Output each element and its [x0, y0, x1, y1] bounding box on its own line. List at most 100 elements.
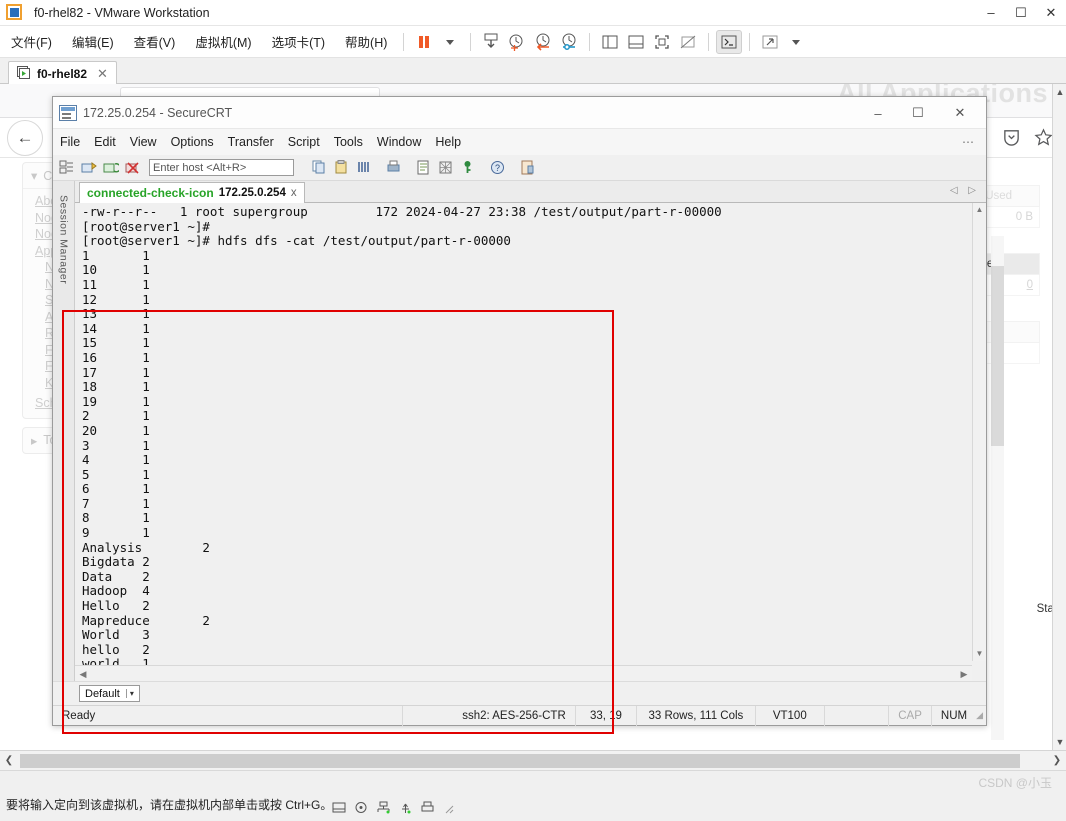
guest-scroll-down-icon[interactable]: ▼: [1053, 734, 1066, 750]
guest-scroll-up-icon[interactable]: ▲: [1053, 84, 1066, 100]
crt-menu-tools[interactable]: Tools: [327, 133, 370, 151]
crt-menu-window[interactable]: Window: [370, 133, 428, 151]
crt-menu-options[interactable]: Options: [164, 133, 221, 151]
help-icon[interactable]: ?: [488, 158, 507, 177]
menu-vm[interactable]: 虚拟机(M): [186, 29, 260, 54]
network-adapter-icon[interactable]: [376, 801, 391, 814]
securecrt-maximize-button[interactable]: ☐: [898, 97, 938, 129]
vm-tab-close-icon[interactable]: ✕: [97, 66, 108, 82]
snapshot-settings-icon[interactable]: [556, 30, 582, 54]
host-input[interactable]: Enter host <Alt+R>: [149, 159, 294, 176]
back-arrow-icon[interactable]: ←: [7, 120, 43, 156]
crt-menu-help[interactable]: Help: [428, 133, 468, 151]
securecrt-icon: [59, 104, 77, 121]
securecrt-minimize-button[interactable]: –: [858, 97, 898, 129]
status-cursor-position: 33, 19: [576, 705, 638, 726]
maximize-button[interactable]: ☐: [1006, 0, 1036, 26]
page-vertical-scrollbar[interactable]: [991, 236, 1004, 740]
unity-icon[interactable]: [675, 30, 701, 54]
hard-disk-icon[interactable]: [332, 801, 347, 814]
terminal-scroll-down-icon[interactable]: ▼: [973, 647, 986, 661]
status-ready: Ready: [53, 705, 404, 726]
split-view-icon[interactable]: [597, 30, 623, 54]
snapshot-manager-icon[interactable]: [504, 30, 530, 54]
crt-menu-view[interactable]: View: [123, 133, 164, 151]
print-icon[interactable]: [384, 158, 403, 177]
cd-drive-icon[interactable]: [354, 801, 369, 814]
console-icon[interactable]: [716, 29, 743, 54]
chevron-down-icon[interactable]: ▾: [125, 689, 137, 698]
close-button[interactable]: ✕: [1036, 0, 1066, 26]
pause-icon[interactable]: [411, 30, 437, 54]
session-manager-icon[interactable]: [57, 158, 76, 177]
session-tab[interactable]: connected-check-icon 172.25.0.254 x: [79, 182, 305, 203]
expand-caret-icon[interactable]: [783, 30, 809, 54]
session-profile-select[interactable]: Default ▾: [79, 685, 140, 702]
caret-right-icon[interactable]: ▸: [31, 433, 37, 448]
toolbar-divider-2: [470, 32, 472, 51]
status-cap: CAP: [889, 705, 932, 726]
resize-grip-icon[interactable]: ◢: [976, 710, 983, 721]
session-options-icon[interactable]: [518, 158, 537, 177]
revert-snapshot-icon[interactable]: [530, 30, 556, 54]
toolbar-divider-3: [589, 32, 591, 51]
snapshot-take-icon[interactable]: [478, 30, 504, 54]
crt-menu-overflow-icon[interactable]: ⋯: [962, 135, 976, 149]
log-session-icon[interactable]: [414, 158, 433, 177]
toolbar-divider-5: [749, 32, 751, 51]
menu-view[interactable]: 查看(V): [125, 29, 185, 54]
find-icon[interactable]: [354, 158, 373, 177]
terminal-scroll-left-icon[interactable]: ◀: [76, 667, 90, 681]
securecrt-close-button[interactable]: ✕: [940, 97, 980, 129]
clear-screen-icon[interactable]: [436, 158, 455, 177]
minimize-button[interactable]: –: [976, 0, 1006, 26]
disconnect-icon[interactable]: [123, 158, 142, 177]
printer-icon[interactable]: [420, 801, 435, 814]
crt-menu-script[interactable]: Script: [281, 133, 327, 151]
terminal-horizontal-scrollbar[interactable]: ◀ ▶: [75, 665, 972, 681]
vmware-statusbar: 要将输入定向到该虚拟机，请在虚拟机内部单击或按 Ctrl+G。 CSDN @小玉: [0, 770, 1066, 821]
copy-icon[interactable]: [310, 158, 329, 177]
menu-tabs[interactable]: 选项卡(T): [263, 29, 334, 54]
guest-vertical-scrollbar[interactable]: ▲ ▼: [1052, 84, 1066, 750]
shield-icon[interactable]: [998, 124, 1024, 150]
vmware-tabstrip: f0-rhel82 ✕: [0, 58, 1066, 85]
connect-icon[interactable]: [79, 158, 98, 177]
terminal-scroll-up-icon[interactable]: ▲: [973, 203, 986, 217]
terminal-scroll-right-icon[interactable]: ▶: [957, 667, 971, 681]
fullscreen-icon[interactable]: [649, 30, 675, 54]
menu-file[interactable]: 文件(F): [2, 29, 61, 54]
page-vscroll-thumb[interactable]: [991, 266, 1004, 446]
bottom-panel-icon[interactable]: [623, 30, 649, 54]
key-icon[interactable]: [458, 158, 477, 177]
vm-tab-f0-rhel82[interactable]: f0-rhel82 ✕: [8, 61, 117, 85]
resize-grip-corner-icon[interactable]: [442, 801, 457, 814]
session-tab-label: 172.25.0.254: [218, 187, 286, 199]
menu-edit[interactable]: 编辑(E): [63, 29, 123, 54]
guest-scroll-left-icon[interactable]: ❮: [0, 751, 18, 770]
vmware-icon: [6, 3, 24, 22]
crt-menu-edit[interactable]: Edit: [87, 133, 123, 151]
guest-hscroll-thumb[interactable]: [20, 754, 1020, 768]
status-spacer: [825, 705, 890, 726]
paste-icon[interactable]: [332, 158, 351, 177]
crt-menu-transfer[interactable]: Transfer: [221, 133, 281, 151]
terminal-output[interactable]: -rw-r--r-- 1 root supergroup 172 2024-04…: [75, 203, 972, 681]
securecrt-titlebar: 172.25.0.254 - SecureCRT – ☐ ✕: [53, 97, 986, 129]
crt-menu-file[interactable]: File: [53, 133, 87, 151]
session-manager-panel[interactable]: Session Manager: [53, 181, 75, 681]
guest-scroll-right-icon[interactable]: ❯: [1048, 751, 1066, 770]
tab-nav-arrows[interactable]: ◁ ▷: [950, 185, 980, 196]
dropdown-caret-icon[interactable]: [437, 30, 463, 54]
menu-help[interactable]: 帮助(H): [336, 29, 396, 54]
expand-icon[interactable]: [757, 30, 783, 54]
usb-icon[interactable]: [398, 801, 413, 814]
caret-down-icon[interactable]: ▾: [31, 168, 37, 183]
vmware-titlebar: f0-rhel82 - VMware Workstation – ☐ ✕: [0, 0, 1066, 26]
securecrt-window-title: 172.25.0.254 - SecureCRT: [83, 105, 233, 120]
terminal-vertical-scrollbar[interactable]: ▲ ▼: [972, 203, 986, 661]
session-tab-close-icon[interactable]: x: [291, 187, 297, 199]
guest-horizontal-scrollbar[interactable]: ❮ ❯: [0, 750, 1066, 770]
securecrt-session-tabrow: connected-check-icon 172.25.0.254 x ◁ ▷: [75, 181, 986, 203]
reconnect-icon[interactable]: [101, 158, 120, 177]
